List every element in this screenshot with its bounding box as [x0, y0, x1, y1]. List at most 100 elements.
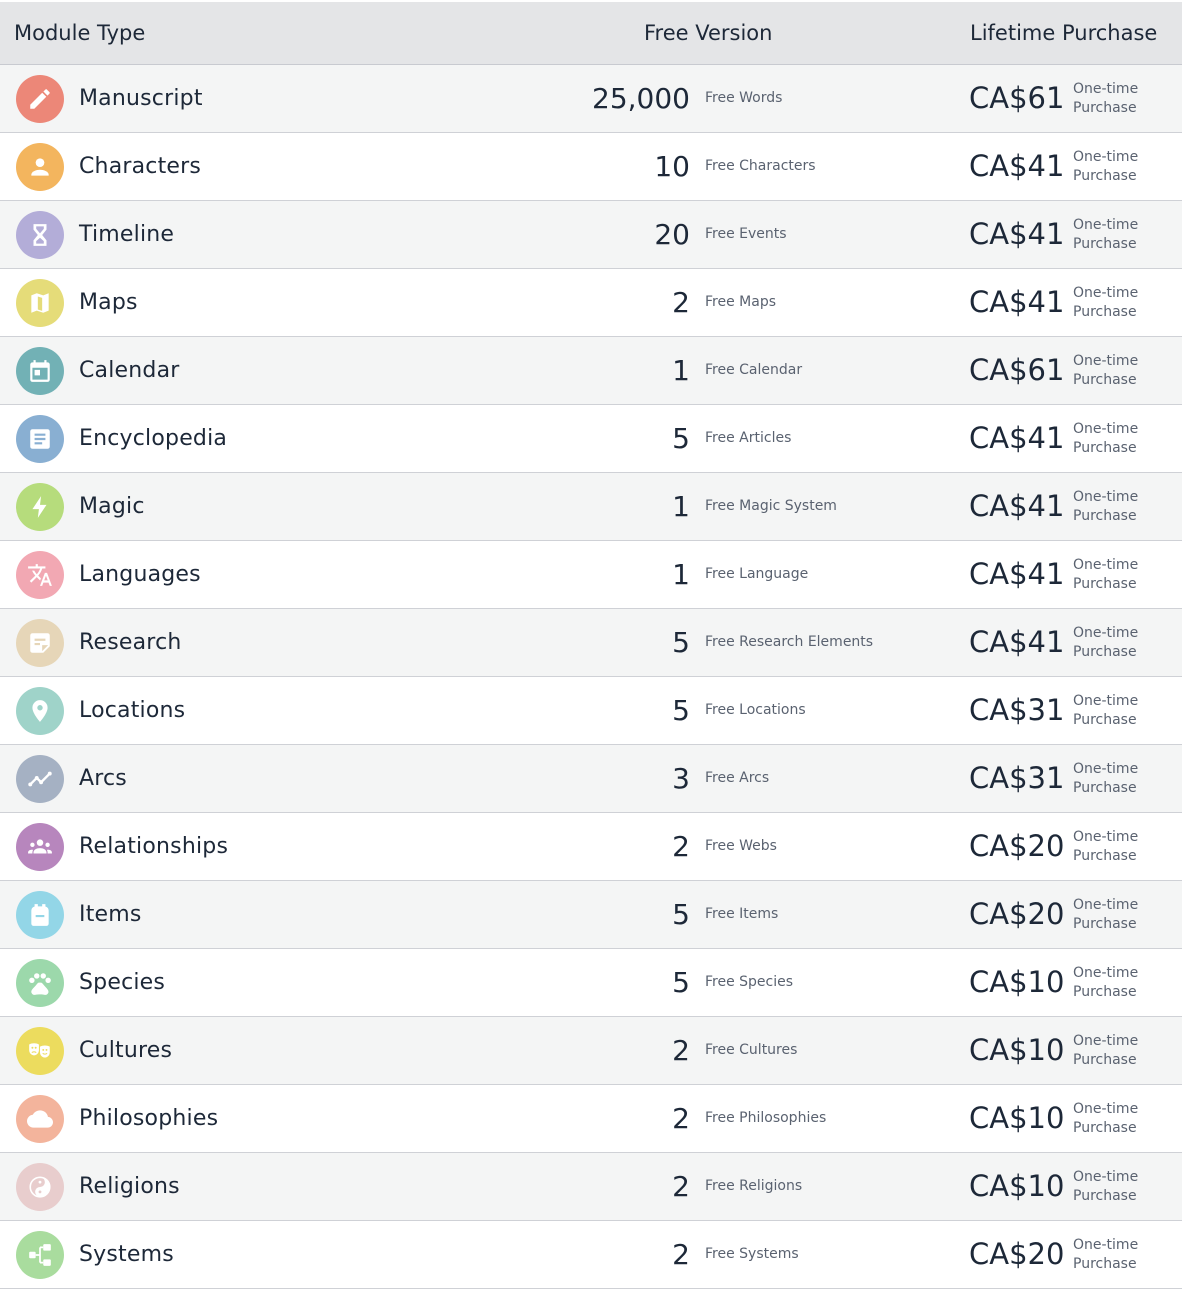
paw-icon [16, 959, 64, 1007]
free-quantity: 25,000 [592, 82, 690, 115]
yin-yang-icon [16, 1163, 64, 1211]
purchase-type-line2: Purchase [1073, 508, 1137, 524]
free-quantity: 5 [672, 694, 690, 727]
lifetime-price: CA$31 [969, 693, 1065, 727]
free-quantity-label: Free Calendar [705, 362, 803, 378]
free-quantity: 2 [672, 1238, 690, 1271]
module-name: Research [79, 630, 182, 655]
purchase-type-line2: Purchase [1073, 372, 1137, 388]
module-name: Magic [79, 494, 145, 519]
free-quantity-label: Free Maps [705, 294, 776, 310]
table-row-maps: Maps 2 Free Maps CA$41 One-time Purchase [0, 269, 1182, 337]
table-row-items: Items 5 Free Items CA$20 One-time Purchase [0, 881, 1182, 949]
free-quantity: 5 [672, 966, 690, 999]
purchase-type: One-time Purchase [1073, 488, 1138, 526]
free-quantity-label: Free Magic System [705, 498, 837, 514]
purchase-type-line2: Purchase [1073, 644, 1137, 660]
free-quantity: 5 [672, 422, 690, 455]
purchase-type-line2: Purchase [1073, 100, 1137, 116]
free-quantity-label: Free Webs [705, 838, 777, 854]
trend-line-icon [16, 755, 64, 803]
free-quantity-label: Free Cultures [705, 1042, 798, 1058]
hierarchy-icon [16, 1231, 64, 1279]
lifetime-price: CA$41 [969, 625, 1065, 659]
purchase-type-line1: One-time [1073, 81, 1139, 97]
lifetime-price: CA$61 [969, 81, 1065, 115]
module-name: Languages [79, 562, 201, 587]
purchase-type-line1: One-time [1073, 217, 1139, 233]
table-row-relationships: Relationships 2 Free Webs CA$20 One-time Purc… [0, 813, 1182, 881]
lifetime-price: CA$61 [969, 353, 1065, 387]
free-quantity-label: Free Items [705, 906, 779, 922]
purchase-type-line1: One-time [1073, 353, 1139, 369]
purchase-type-line1: One-time [1073, 897, 1139, 913]
lifetime-price: CA$41 [969, 285, 1065, 319]
purchase-type-line2: Purchase [1073, 440, 1137, 456]
module-name: Relationships [79, 834, 229, 859]
module-name: Calendar [79, 358, 180, 383]
purchase-type-line1: One-time [1073, 489, 1139, 505]
purchase-type-line2: Purchase [1073, 848, 1137, 864]
module-name: Philosophies [79, 1106, 219, 1131]
table-row-philosophies: Philosophies 2 Free Philosophies CA$10 One-t… [0, 1085, 1182, 1153]
lifetime-price: CA$41 [969, 489, 1065, 523]
purchase-type-line1: One-time [1073, 829, 1139, 845]
free-quantity: 1 [672, 490, 690, 523]
map-icon [16, 279, 64, 327]
lifetime-price: CA$41 [969, 149, 1065, 183]
module-name: Religions [79, 1174, 180, 1199]
lightning-icon [16, 483, 64, 531]
lifetime-price: CA$41 [969, 557, 1065, 591]
purchase-type: One-time Purchase [1073, 352, 1138, 390]
table-row-systems: Systems 2 Free Systems CA$20 One-time Purchas… [0, 1221, 1182, 1289]
pencil-icon [16, 75, 64, 123]
lifetime-price: CA$31 [969, 761, 1065, 795]
purchase-type-line2: Purchase [1073, 1256, 1137, 1272]
table-row-locations: Locations 5 Free Locations CA$31 One-time Pur… [0, 677, 1182, 745]
translate-icon [16, 551, 64, 599]
module-name: Maps [79, 290, 138, 315]
module-name: Items [79, 902, 142, 927]
table-row-arcs: Arcs 3 Free Arcs CA$31 One-time Purchase [0, 745, 1182, 813]
lifetime-price: CA$10 [969, 965, 1065, 999]
header-free-version: Free Version [644, 21, 773, 45]
purchase-type: One-time Purchase [1073, 1236, 1138, 1274]
table-row-cultures: Cultures 2 Free Cultures CA$10 One-time Purch… [0, 1017, 1182, 1085]
backpack-icon [16, 891, 64, 939]
free-quantity: 2 [672, 830, 690, 863]
lifetime-price: CA$10 [969, 1101, 1065, 1135]
purchase-type: One-time Purchase [1073, 80, 1138, 118]
location-pin-icon [16, 687, 64, 735]
purchase-type: One-time Purchase [1073, 420, 1138, 458]
purchase-type-line1: One-time [1073, 1237, 1139, 1253]
free-quantity: 2 [672, 1102, 690, 1135]
purchase-type-line1: One-time [1073, 625, 1139, 641]
module-name: Systems [79, 1242, 174, 1267]
purchase-type: One-time Purchase [1073, 964, 1138, 1002]
module-name: Encyclopedia [79, 426, 228, 451]
purchase-type-line2: Purchase [1073, 712, 1137, 728]
table-row-manuscript: Manuscript 25,000 Free Words CA$61 One-time P… [0, 65, 1182, 133]
purchase-type-line2: Purchase [1073, 1052, 1137, 1068]
module-name: Locations [79, 698, 186, 723]
free-quantity-label: Free Language [705, 566, 809, 582]
table-row-timeline: Timeline 20 Free Events CA$41 One-time Purcha… [0, 201, 1182, 269]
free-quantity: 5 [672, 898, 690, 931]
hourglass-icon [16, 211, 64, 259]
free-quantity-label: Free Events [705, 226, 787, 242]
lifetime-price: CA$20 [969, 1237, 1065, 1271]
lifetime-price: CA$20 [969, 829, 1065, 863]
header-module-type: Module Type [14, 21, 146, 45]
purchase-type-line1: One-time [1073, 965, 1139, 981]
lifetime-price: CA$10 [969, 1169, 1065, 1203]
free-quantity-label: Free Articles [705, 430, 792, 446]
purchase-type-line1: One-time [1073, 1033, 1139, 1049]
purchase-type: One-time Purchase [1073, 896, 1138, 934]
free-quantity: 3 [672, 762, 690, 795]
lifetime-price: CA$20 [969, 897, 1065, 931]
purchase-type-line2: Purchase [1073, 576, 1137, 592]
free-quantity-label: Free Arcs [705, 770, 770, 786]
purchase-type-line1: One-time [1073, 1169, 1139, 1185]
purchase-type: One-time Purchase [1073, 1032, 1138, 1070]
table-row-religions: Religions 2 Free Religions CA$10 One-time Pur… [0, 1153, 1182, 1221]
